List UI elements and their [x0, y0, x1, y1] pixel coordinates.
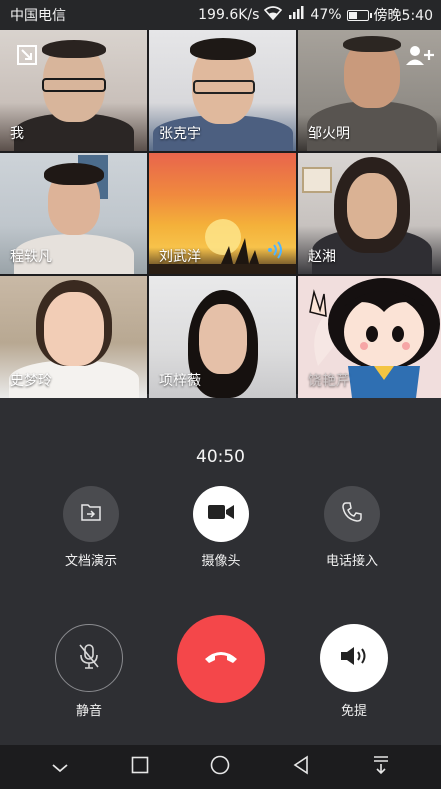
- person-hair: [41, 40, 106, 58]
- participant-name: 程轶凡: [10, 249, 52, 265]
- network-speed: 199.6K/s: [198, 7, 260, 23]
- speaker-label: 免提: [340, 704, 367, 719]
- video-camera-icon: [207, 503, 235, 525]
- phone-join-control[interactable]: 电话接入: [317, 486, 387, 569]
- status-bar: 中国电信 199.6K/s 47% 傍晚5:40: [0, 0, 441, 30]
- hangup-button[interactable]: [177, 615, 265, 703]
- circle-icon: [210, 755, 230, 779]
- participant-name: 项梓薇: [159, 373, 201, 389]
- person-hair: [342, 36, 401, 52]
- battery-percent: 47%: [310, 7, 342, 23]
- nav-recents-button[interactable]: [120, 747, 160, 787]
- speaking-indicator-icon: [266, 241, 286, 264]
- phone-icon: [341, 501, 363, 527]
- nav-notification-button[interactable]: [361, 747, 401, 787]
- speaker-icon: [339, 645, 369, 671]
- participant-name: 张克宇: [159, 126, 201, 142]
- participant-tile[interactable]: 项梓薇: [149, 276, 296, 398]
- person-face: [346, 173, 397, 239]
- participant-tile[interactable]: 刘武洋: [149, 153, 296, 274]
- nav-collapse-button[interactable]: [40, 747, 80, 787]
- wall-picture: [302, 167, 332, 193]
- participant-name: 刘武洋: [159, 249, 201, 265]
- mic-off-icon: [77, 642, 101, 674]
- speaker-control[interactable]: 免提: [319, 624, 389, 719]
- glasses: [42, 78, 106, 92]
- mute-control[interactable]: 静音: [54, 624, 124, 719]
- signal-icon: [287, 6, 305, 24]
- person-hair: [189, 38, 256, 60]
- minimize-window-icon[interactable]: [16, 44, 40, 72]
- participant-name: 我: [10, 126, 24, 142]
- hangup-control[interactable]: [176, 615, 266, 703]
- participant-name: 赵湘: [308, 249, 336, 265]
- nav-back-button[interactable]: [281, 747, 321, 787]
- battery-fill: [348, 11, 357, 19]
- folder-share-icon: [80, 502, 102, 526]
- participant-tile[interactable]: 赵湘: [298, 153, 441, 274]
- add-participant-icon[interactable]: [405, 44, 435, 72]
- square-icon: [131, 756, 149, 778]
- carrier-label: 中国电信: [10, 8, 66, 24]
- participant-tile[interactable]: 我: [0, 30, 147, 151]
- pull-down-icon: [372, 755, 390, 779]
- phone-join-label: 电话接入: [325, 554, 378, 569]
- hang-up-icon: [203, 649, 239, 669]
- mute-button[interactable]: [55, 624, 123, 692]
- participant-tile[interactable]: 史梦玲: [0, 276, 147, 398]
- phone-join-button[interactable]: [324, 486, 380, 542]
- chevron-down-icon: [51, 758, 69, 777]
- person-face: [198, 304, 247, 374]
- mute-label: 静音: [75, 704, 102, 719]
- person-face: [43, 292, 104, 366]
- camera-label: 摄像头: [201, 554, 241, 569]
- camera-control[interactable]: 摄像头: [186, 486, 256, 569]
- participant-tile[interactable]: 饶艳芹: [298, 276, 441, 398]
- glasses: [193, 80, 255, 94]
- participant-grid: 我 张克宇 邹火明 程轶凡 刘武洋 赵湘 史梦玲 项梓薇 饶艳芹: [0, 30, 441, 398]
- camera-button[interactable]: [193, 486, 249, 542]
- person-hair: [43, 163, 104, 185]
- participant-name: 邹火明: [308, 126, 350, 142]
- triangle-back-icon: [292, 755, 310, 779]
- participant-name: 饶艳芹: [308, 373, 350, 389]
- clock: 傍晚5:40: [373, 8, 433, 24]
- system-nav-bar: [0, 745, 441, 789]
- participant-tile[interactable]: 邹火明: [298, 30, 441, 151]
- battery-icon: [346, 9, 372, 21]
- share-doc-label: 文档演示: [64, 554, 117, 569]
- participant-tile[interactable]: 程轶凡: [0, 153, 147, 274]
- call-timer: 40:50: [196, 447, 245, 467]
- participant-tile[interactable]: 张克宇: [149, 30, 296, 151]
- participant-name: 史梦玲: [10, 373, 52, 389]
- speaker-button[interactable]: [320, 624, 388, 692]
- nav-home-button[interactable]: [200, 747, 240, 787]
- share-doc-control[interactable]: 文档演示: [56, 486, 126, 569]
- share-doc-button[interactable]: [63, 486, 119, 542]
- wifi-icon: [264, 6, 283, 24]
